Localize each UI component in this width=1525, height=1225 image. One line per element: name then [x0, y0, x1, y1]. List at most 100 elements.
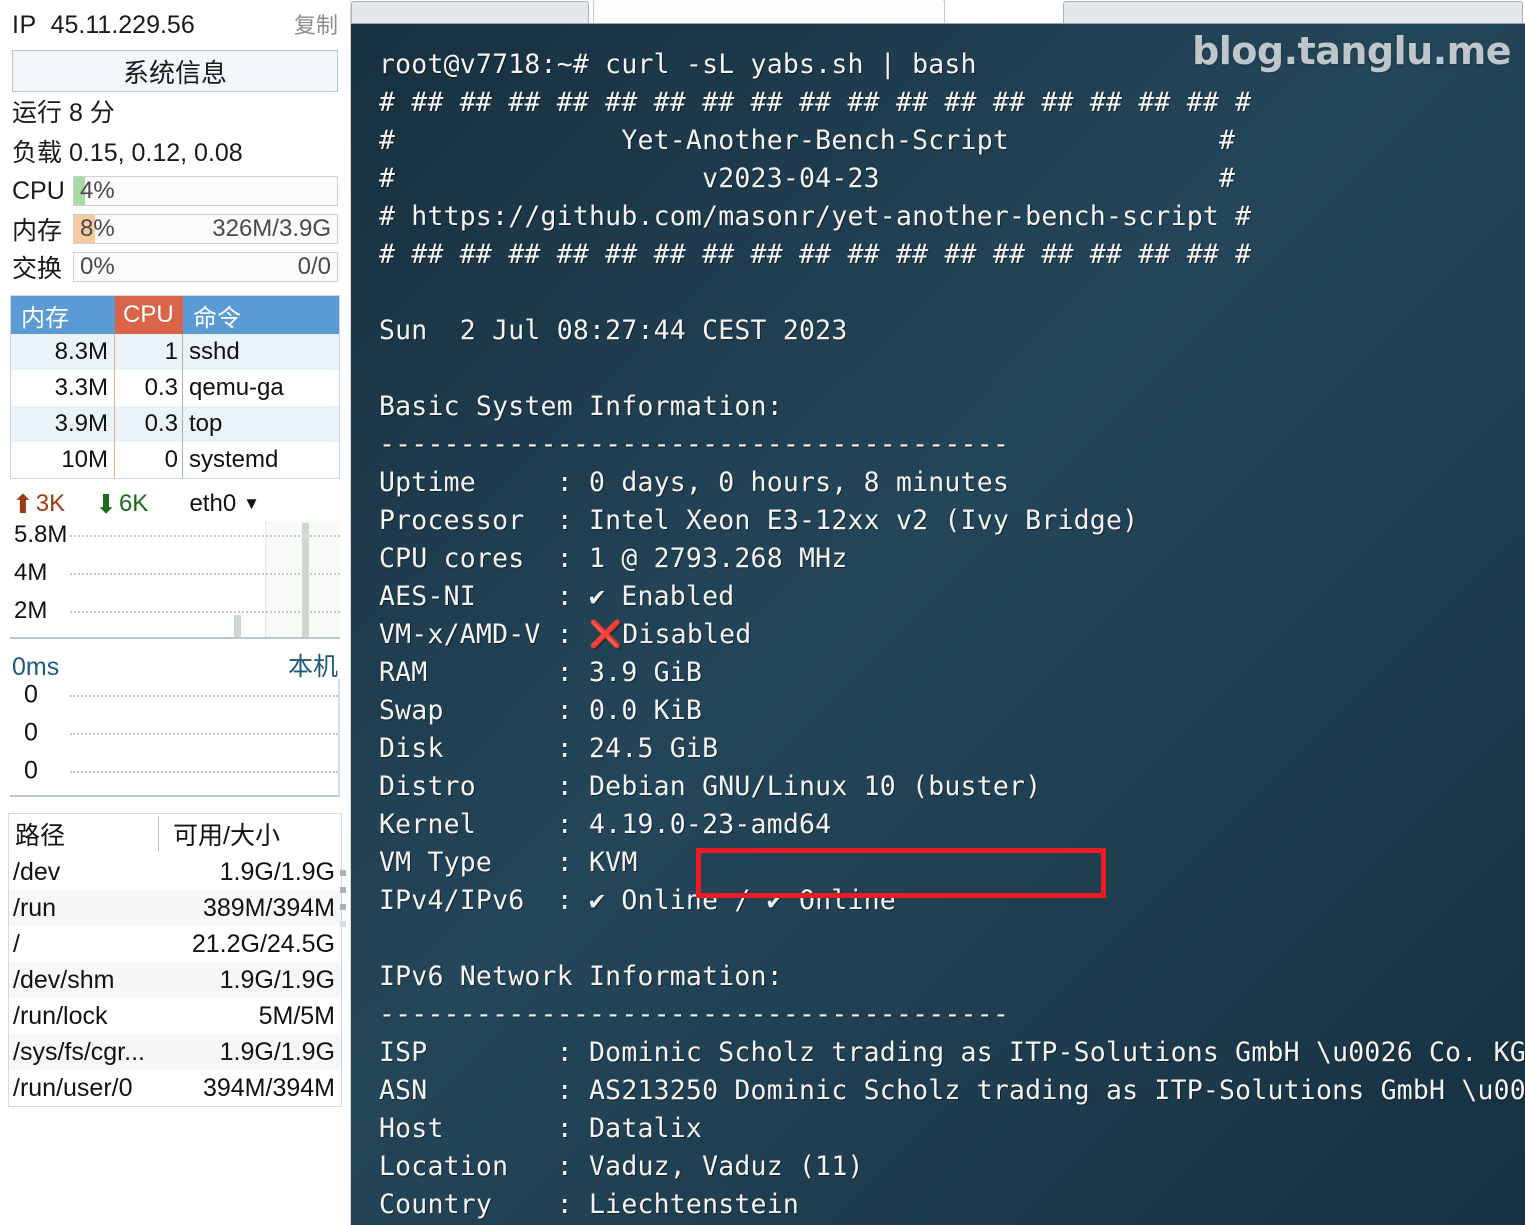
process-cell-memory: 10M [11, 442, 115, 478]
disk-table-body: /dev 1.9G/1.9G/run 389M/394M / 21.2G/24.5G/d… [9, 854, 341, 1106]
disk-cell-size: 1.9G/1.9G [219, 965, 335, 994]
process-cell-command: sshd [189, 338, 240, 365]
ping-gridline [70, 733, 338, 735]
terminal-text: root@v7718:~# curl -sL yabs.sh | bash # #… [351, 24, 1525, 1224]
ping-latency: 0ms [12, 653, 60, 681]
terminal-line: Kernel : 4.19.0-23-amd64 [379, 809, 832, 840]
process-row[interactable]: 8.3M 1 sshd [11, 334, 339, 370]
system-info-button[interactable]: 系统信息 [12, 50, 338, 92]
terminal-line: --------------------------------------- [379, 429, 1010, 460]
network-upload-value: 3K [35, 490, 66, 517]
ip-label: IP [12, 11, 37, 39]
disk-cell-size: 5M/5M [258, 1001, 335, 1030]
network-gridline [70, 573, 340, 575]
terminal-tab-inactive[interactable] [351, 1, 589, 23]
ping-ylabel-2: 0 [24, 756, 38, 785]
network-bar [234, 615, 241, 637]
terminal-line: # v2023-04-23 # [379, 163, 1236, 194]
terminal-window: blog.tanglu.me root@v7718:~# curl -sL ya… [351, 0, 1525, 1225]
terminal-line: # Yet-Another-Bench-Script # [379, 125, 1236, 156]
uptime-text: 运行 8 分 [12, 99, 115, 127]
disk-cell-path: /run/user/0 [13, 1073, 133, 1102]
process-cell-command: top [189, 410, 223, 437]
process-header-command[interactable]: 命令 [183, 296, 339, 334]
process-header-memory[interactable]: 内存 [11, 296, 115, 334]
sidebar-scroll-indicator[interactable] [340, 870, 346, 938]
network-header: ⬆ 3K ⬇ 6K eth0 ▼ [0, 479, 350, 521]
network-download: ⬇ 6K [95, 490, 148, 518]
disk-row[interactable]: /run/lock 5M/5M [9, 998, 341, 1034]
disk-row[interactable]: /dev/shm 1.9G/1.9G [9, 962, 341, 998]
scroll-dot [340, 887, 346, 893]
disk-row[interactable]: /dev 1.9G/1.9G [9, 854, 341, 890]
terminal-output-area[interactable]: blog.tanglu.me root@v7718:~# curl -sL ya… [351, 24, 1525, 1225]
memory-meter-detail: 326M/3.9G [212, 215, 331, 242]
chevron-down-icon: ▼ [243, 494, 260, 513]
network-interface-selector[interactable]: eth0 ▼ [189, 490, 260, 518]
disk-row[interactable]: /sys/fs/cgr... 1.9G/1.9G [9, 1034, 341, 1070]
process-cell-memory: 8.3M [11, 334, 115, 370]
process-cell-cpu: 1 [115, 334, 183, 370]
load-average-text: 负载 0.15, 0.12, 0.08 [12, 138, 243, 167]
terminal-line: Sun 2 Jul 08:27:44 CEST 2023 [379, 315, 848, 346]
process-row[interactable]: 10M 0 systemd [11, 442, 339, 478]
terminal-line: CPU cores : 1 @ 2793.268 MHz [379, 543, 848, 574]
terminal-line: VM-x/AMD-V : ❌Disabled [379, 619, 752, 650]
process-header-cpu[interactable]: CPU [115, 296, 183, 334]
terminal-tab-bar [351, 0, 1525, 24]
memory-meter-label: 内存 [12, 217, 63, 245]
scroll-dot [340, 921, 346, 927]
swap-meter-label: 交换 [12, 255, 63, 283]
process-cell-command: systemd [189, 446, 279, 473]
network-graph: 5.8M 4M 2M [10, 521, 340, 639]
disk-cell-size: 394M/394M [202, 1073, 335, 1102]
ping-gridline [70, 695, 338, 697]
disk-row[interactable]: /run/user/0 394M/394M [9, 1070, 341, 1106]
network-ylabel-0: 5.8M [14, 521, 68, 548]
process-cell-memory: 3.3M [11, 370, 115, 406]
ping-host-selector[interactable]: 本机 [288, 647, 338, 683]
terminal-tab-active[interactable] [593, 0, 945, 23]
network-bar [302, 523, 309, 637]
terminal-line: Uptime : 0 days, 0 hours, 8 minutes [379, 467, 1010, 498]
memory-meter: 8% 326M/3.9G [73, 214, 338, 244]
network-interface-label: eth0 [189, 490, 237, 517]
ping-gridline [70, 771, 338, 773]
disk-cell-path: /sys/fs/cgr... [13, 1037, 145, 1066]
process-row[interactable]: 3.3M 0.3 qemu-ga [11, 370, 339, 406]
terminal-line: Swap : 0.0 KiB [379, 695, 703, 726]
disk-row[interactable]: / 21.2G/24.5G [9, 926, 341, 962]
disk-cell-path: /run [13, 893, 57, 922]
disk-header-path[interactable]: 路径 [9, 816, 159, 852]
terminal-line: Basic System Information: [379, 391, 783, 422]
terminal-tab-inactive[interactable] [1063, 1, 1523, 23]
disk-header-size[interactable]: 可用/大小 [159, 816, 341, 852]
process-cell-command: qemu-ga [189, 374, 284, 401]
terminal-line: RAM : 3.9 GiB [379, 657, 703, 688]
process-cell-cpu: 0.3 [115, 370, 183, 406]
system-monitor-sidebar: IP 45.11.229.56 复制 系统信息 运行 8 分 负载 0.15, … [0, 0, 351, 1225]
cpu-meter-row: CPU 4% [0, 171, 350, 209]
copy-ip-button[interactable]: 复制 [294, 8, 338, 40]
ip-row: IP 45.11.229.56 复制 [0, 0, 350, 46]
cpu-meter-label: CPU [12, 176, 65, 205]
ping-header: 0ms 本机 [0, 639, 350, 681]
process-table-body: 8.3M 1 sshd 3.3M 0.3 qemu-ga 3.9M 0.3 top 10M 0 sys… [11, 334, 339, 478]
network-gridline [70, 535, 340, 537]
disk-row[interactable]: /run 389M/394M [9, 890, 341, 926]
disk-cell-path: /run/lock [13, 1001, 108, 1030]
disk-cell-path: /dev/shm [13, 965, 115, 994]
disk-cell-size: 389M/394M [202, 893, 335, 922]
process-row[interactable]: 3.9M 0.3 top [11, 406, 339, 442]
process-cell-memory: 3.9M [11, 406, 115, 442]
terminal-line: # ## ## ## ## ## ## ## ## ## ## ## ## ##… [379, 87, 1252, 118]
app-root: IP 45.11.229.56 复制 系统信息 运行 8 分 负载 0.15, … [0, 0, 1525, 1225]
swap-meter-percent: 0% [80, 253, 115, 280]
ip-value: 45.11.229.56 [50, 11, 195, 39]
network-gridline [70, 611, 340, 613]
arrow-down-icon: ⬇ [95, 489, 117, 519]
disk-usage-table: 路径 可用/大小 /dev 1.9G/1.9G/run 389M/394M / 21.2… [8, 813, 342, 1107]
